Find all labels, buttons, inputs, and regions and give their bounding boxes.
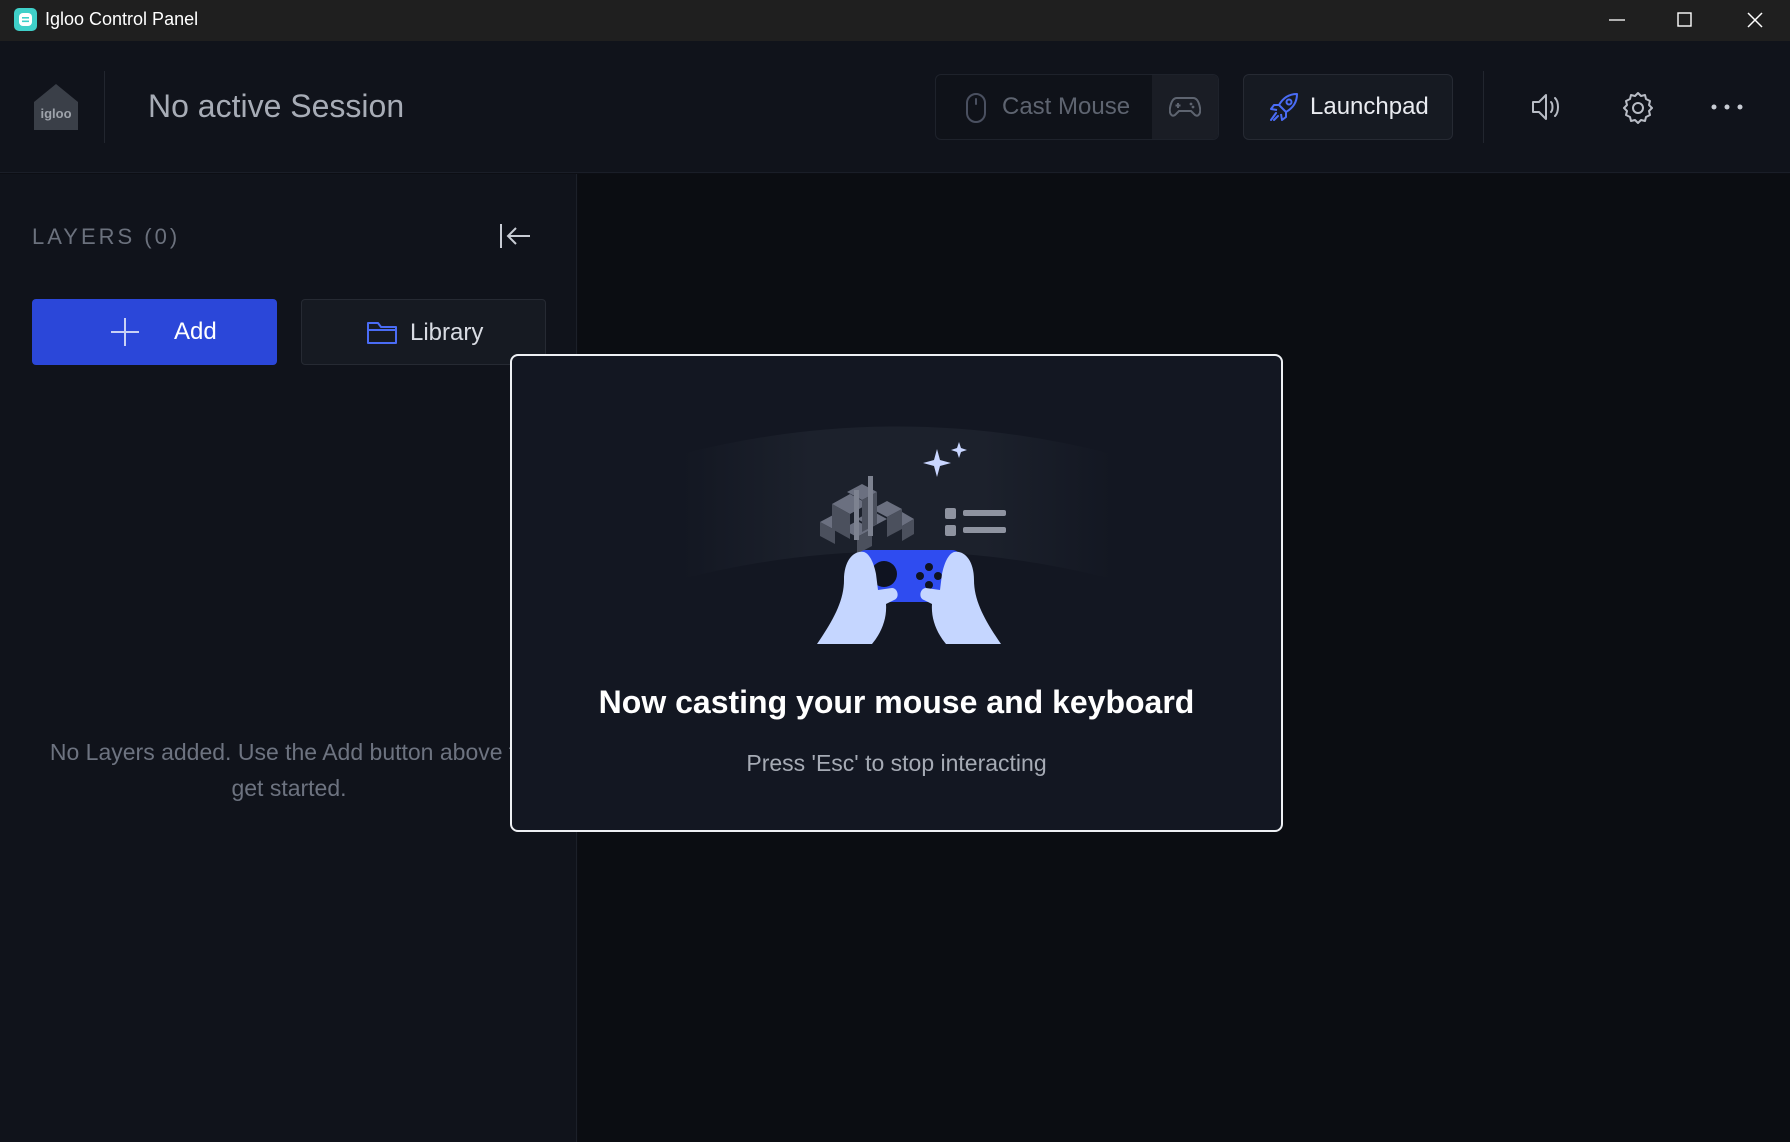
rocket-icon: [1270, 93, 1298, 121]
library-button[interactable]: Library: [301, 299, 546, 365]
cast-mouse-label: Cast Mouse: [1002, 93, 1131, 120]
folder-icon: [367, 322, 397, 344]
cast-control-group: Cast Mouse: [935, 74, 1219, 140]
gear-icon: [1623, 92, 1653, 124]
add-layer-button[interactable]: Add: [32, 299, 277, 365]
header-divider: [104, 71, 105, 143]
svg-text:igloo: igloo: [40, 106, 71, 121]
cast-mouse-button[interactable]: Cast Mouse: [936, 75, 1152, 139]
add-label: Add: [174, 318, 217, 345]
casting-modal: Now casting your mouse and keyboard Pres…: [510, 354, 1283, 832]
cast-gamepad-button[interactable]: [1152, 75, 1218, 139]
more-options-button[interactable]: [1698, 74, 1754, 140]
empty-layers-message: No Layers added. Use the Add button abov…: [49, 739, 529, 801]
library-label: Library: [410, 319, 484, 346]
collapse-sidebar-button[interactable]: [492, 216, 536, 256]
layers-title: LAYERS (0): [32, 224, 181, 249]
launchpad-button[interactable]: Launchpad: [1243, 74, 1453, 140]
layers-sidebar: LAYERS (0) Add Library No Layers added. …: [0, 174, 577, 1142]
maximize-button[interactable]: [1650, 0, 1720, 41]
minimize-button[interactable]: [1582, 0, 1652, 41]
modal-title: Now casting your mouse and keyboard: [598, 684, 1195, 720]
collapse-left-icon: [500, 224, 530, 248]
session-title: No active Session: [148, 88, 405, 124]
close-icon: [1747, 12, 1763, 28]
mouse-icon: [966, 93, 986, 123]
modal-subtitle: Press 'Esc' to stop interacting: [746, 750, 1047, 776]
maximize-icon: [1677, 12, 1692, 27]
igloo-home-logo[interactable]: igloo: [32, 82, 80, 132]
speaker-icon: [1532, 94, 1559, 120]
header-bar: igloo No active Session Cast Mouse Launc…: [0, 41, 1790, 173]
gamepad-icon: [1169, 97, 1201, 117]
launchpad-label: Launchpad: [1310, 93, 1429, 120]
igloo-app-icon: [14, 8, 37, 31]
header-divider: [1483, 71, 1484, 143]
settings-button[interactable]: [1609, 74, 1665, 140]
minimize-icon: [1609, 19, 1625, 21]
plus-icon: [111, 318, 139, 346]
hands-holding-gamepad-illustration: [682, 426, 1112, 644]
sound-button[interactable]: [1518, 74, 1574, 140]
close-button[interactable]: [1720, 0, 1790, 41]
window-title: Igloo Control Panel: [45, 9, 199, 29]
more-dots-icon: [1711, 104, 1743, 110]
title-bar: Igloo Control Panel: [0, 0, 1790, 41]
